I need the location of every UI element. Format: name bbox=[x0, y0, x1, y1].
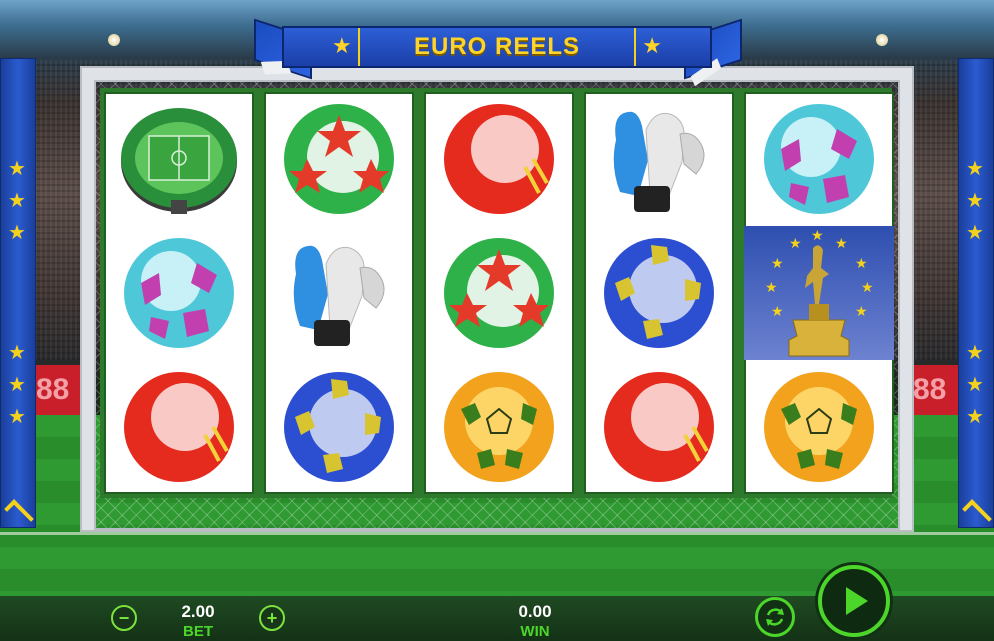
symbol-ball-orange-green bbox=[424, 360, 574, 494]
side-banner-left: ★ ★ ★ ★ ★ ★ bbox=[0, 58, 36, 529]
chevron-up-icon bbox=[4, 499, 34, 529]
symbol-stadium bbox=[104, 92, 254, 226]
floodlight-left bbox=[108, 34, 120, 46]
star-icon: ★ bbox=[642, 33, 662, 58]
advertising-board-right: 88 bbox=[905, 365, 965, 417]
symbol-goalkeeper-gloves bbox=[264, 226, 414, 360]
bet-label: BET bbox=[183, 623, 213, 640]
reels-area: ★ ★ ★ ★ ★ ★ ★ ★ ★ bbox=[100, 88, 894, 498]
advertising-board-left: 88 bbox=[30, 365, 90, 417]
pitch-line bbox=[0, 532, 994, 535]
symbol-ball-blue-yellow bbox=[264, 360, 414, 494]
reel-1 bbox=[104, 92, 254, 494]
symbol-goalkeeper-gloves bbox=[584, 92, 734, 226]
symbol-ball-red bbox=[104, 360, 254, 494]
svg-text:★: ★ bbox=[771, 256, 784, 272]
star-icon: ★ bbox=[8, 190, 26, 212]
svg-text:★: ★ bbox=[811, 228, 824, 244]
autoplay-arrows-icon bbox=[766, 608, 784, 626]
star-icon: ★ bbox=[966, 158, 984, 180]
symbol-ball-red bbox=[424, 92, 574, 226]
star-icon: ★ bbox=[966, 222, 984, 244]
title-banner: ★ EURO REELS ★ bbox=[282, 26, 712, 68]
bet-decrease-button[interactable]: − bbox=[111, 605, 137, 631]
reel-4 bbox=[584, 92, 734, 494]
symbol-ball-orange-green bbox=[744, 360, 894, 494]
bet-value: 2.00 bbox=[181, 602, 215, 621]
spin-button[interactable] bbox=[818, 565, 890, 637]
svg-text:★: ★ bbox=[765, 280, 778, 296]
star-icon: ★ bbox=[8, 342, 26, 364]
star-icon: ★ bbox=[8, 222, 26, 244]
symbol-ball-teal-purple bbox=[744, 92, 894, 226]
symbol-ball-green-red-stars bbox=[264, 92, 414, 226]
symbol-ball-green-red-stars bbox=[424, 226, 574, 360]
symbol-ball-teal-purple bbox=[104, 226, 254, 360]
star-icon: ★ bbox=[8, 406, 26, 428]
reel-5: ★ ★ ★ ★ ★ ★ ★ ★ ★ bbox=[744, 92, 894, 494]
star-icon: ★ bbox=[966, 374, 984, 396]
game-title: EURO REELS bbox=[413, 33, 581, 60]
autoplay-button[interactable] bbox=[755, 597, 795, 637]
win-label: WIN bbox=[520, 623, 550, 640]
side-banner-right: ★ ★ ★ ★ ★ ★ bbox=[958, 58, 994, 529]
symbol-ball-blue-yellow bbox=[584, 226, 734, 360]
chevron-up-icon bbox=[962, 499, 992, 529]
svg-text:★: ★ bbox=[861, 280, 874, 296]
symbol-ball-red bbox=[584, 360, 734, 494]
play-triangle-icon bbox=[846, 587, 868, 615]
star-icon: ★ bbox=[8, 158, 26, 180]
reel-3 bbox=[424, 92, 574, 494]
svg-text:★: ★ bbox=[789, 236, 802, 252]
reel-2 bbox=[264, 92, 414, 494]
star-icon: ★ bbox=[966, 342, 984, 364]
svg-text:★: ★ bbox=[771, 304, 784, 320]
minus-circle-icon: − bbox=[118, 608, 130, 628]
symbol-trophy: ★ ★ ★ ★ ★ ★ ★ ★ ★ bbox=[744, 226, 894, 360]
bet-increase-button[interactable]: + bbox=[259, 605, 285, 631]
svg-text:★: ★ bbox=[835, 236, 848, 252]
plus-circle-icon: + bbox=[266, 608, 278, 628]
svg-text:★: ★ bbox=[855, 304, 868, 320]
svg-text:★: ★ bbox=[855, 256, 868, 272]
star-icon: ★ bbox=[332, 33, 352, 58]
star-icon: ★ bbox=[966, 406, 984, 428]
star-icon: ★ bbox=[8, 374, 26, 396]
star-icon: ★ bbox=[966, 190, 984, 212]
win-value: 0.00 bbox=[518, 602, 552, 621]
floodlight-right bbox=[876, 34, 888, 46]
